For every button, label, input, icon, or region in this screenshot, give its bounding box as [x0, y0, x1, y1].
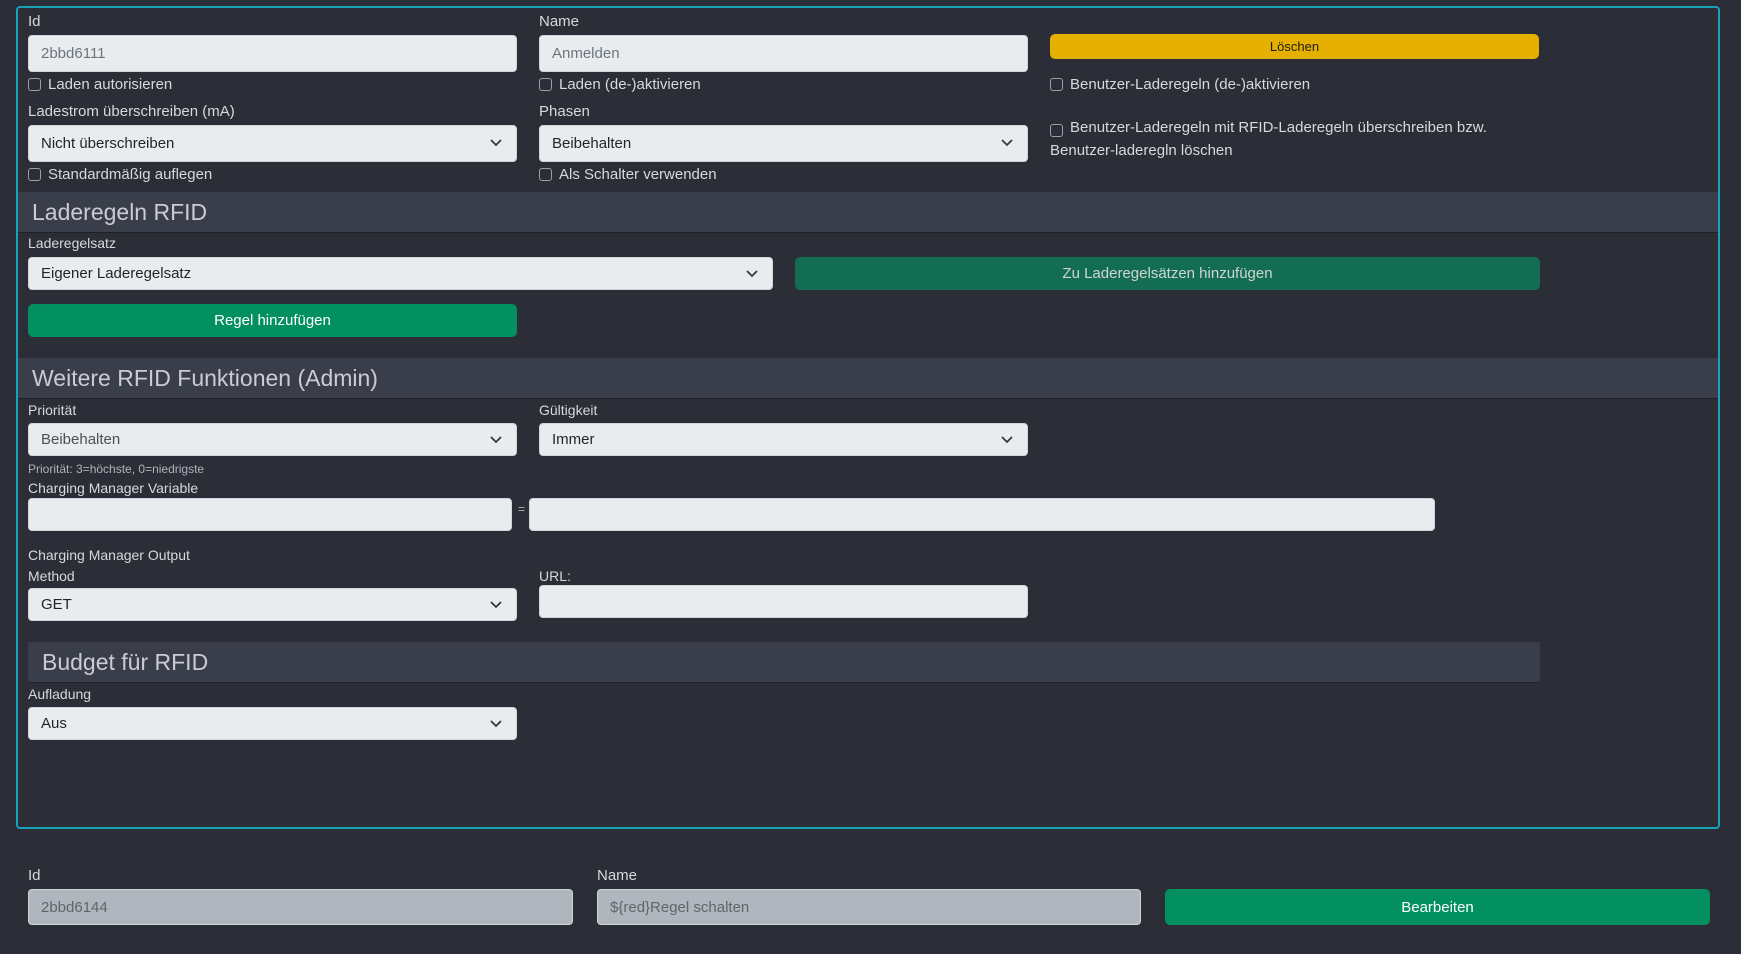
- ruleset-select-value: Eigener Laderegelsatz: [41, 265, 192, 282]
- name-label: Name: [539, 13, 580, 30]
- phasen-label: Phasen: [539, 103, 590, 120]
- checkbox-label: Laden autorisieren: [48, 76, 173, 93]
- chevron-down-icon: [490, 436, 502, 444]
- second-name-label: Name: [597, 867, 638, 884]
- name-input[interactable]: Anmelden: [539, 35, 1028, 72]
- prioritaet-select[interactable]: Beibehalten: [28, 423, 517, 456]
- prioritaet-select-value: Beibehalten: [41, 431, 121, 448]
- phasen-select[interactable]: Beibehalten: [539, 125, 1028, 162]
- prioritaet-hint: Priorität: 3=höchste, 0=niedrigste: [28, 462, 205, 476]
- checkbox-laden-deaktivieren[interactable]: Laden (de-)aktivieren: [539, 76, 701, 93]
- method-select[interactable]: GET: [28, 588, 517, 621]
- checkbox-box[interactable]: [28, 168, 41, 181]
- cm-variable-value-input[interactable]: [529, 498, 1435, 531]
- checkbox-label: Als Schalter verwenden: [559, 166, 717, 183]
- checkbox-laden-autorisieren[interactable]: Laden autorisieren: [28, 76, 172, 93]
- checkbox-label: Benutzer-Laderegeln (de-)aktivieren: [1070, 76, 1311, 93]
- id-label: Id: [28, 13, 41, 30]
- chevron-down-icon: [746, 270, 758, 278]
- checkbox-label: Laden (de-)aktivieren: [559, 76, 701, 93]
- edit-button[interactable]: Bearbeiten: [1165, 889, 1710, 925]
- second-name-input: ${red}Regel schalten: [597, 889, 1141, 925]
- method-label: Method: [28, 568, 75, 584]
- prioritaet-label: Priorität: [28, 402, 77, 418]
- laderegeln-section-title: Laderegeln RFID: [18, 192, 1718, 233]
- second-id-label: Id: [28, 867, 41, 884]
- ruleset-label: Laderegelsatz: [28, 235, 116, 251]
- checkbox-box[interactable]: [28, 78, 41, 91]
- ruleset-select[interactable]: Eigener Laderegelsatz: [28, 257, 773, 290]
- checkbox-box[interactable]: [539, 168, 552, 181]
- chevron-down-icon: [490, 139, 502, 147]
- url-input[interactable]: [539, 585, 1028, 618]
- gueltigkeit-select-value: Immer: [552, 431, 595, 448]
- checkbox-benutzer-laderegeln[interactable]: Benutzer-Laderegeln (de-)aktivieren: [1050, 76, 1310, 93]
- ladestrom-select-value: Nicht überschreiben: [41, 135, 175, 152]
- checkbox-als-schalter[interactable]: Als Schalter verwenden: [539, 166, 717, 183]
- aufladung-select-value: Aus: [41, 715, 67, 732]
- chevron-down-icon: [490, 720, 502, 728]
- method-select-value: GET: [41, 596, 72, 613]
- url-label: URL:: [539, 568, 571, 584]
- checkbox-box[interactable]: [1050, 78, 1063, 91]
- add-rule-button[interactable]: Regel hinzufügen: [28, 304, 517, 337]
- checkbox-overwrite-label: Benutzer-Laderegeln mit RFID-Laderegeln …: [1050, 119, 1487, 159]
- chevron-down-icon: [490, 601, 502, 609]
- chevron-down-icon: [1001, 139, 1013, 147]
- second-id-input: 2bbd6144: [28, 889, 573, 925]
- delete-button[interactable]: Löschen: [1050, 34, 1539, 59]
- cm-output-label: Charging Manager Output: [28, 547, 190, 563]
- budget-section-title: Budget für RFID: [28, 642, 1540, 683]
- rfid-card: Id 2bbd6111 Name Anmelden Löschen Laden …: [16, 6, 1720, 829]
- chevron-down-icon: [1001, 436, 1013, 444]
- cm-variable-label: Charging Manager Variable: [28, 480, 199, 496]
- phasen-select-value: Beibehalten: [552, 135, 632, 152]
- weitere-section-title: Weitere RFID Funktionen (Admin): [18, 358, 1718, 399]
- equals-sign: =: [518, 502, 526, 516]
- cm-variable-name-input[interactable]: [28, 498, 512, 531]
- id-input[interactable]: 2bbd6111: [28, 35, 517, 72]
- ladestrom-select[interactable]: Nicht überschreiben: [28, 125, 517, 162]
- add-to-rulesets-button[interactable]: Zu Laderegelsätzen hinzufügen: [795, 257, 1540, 290]
- checkbox-standard-auflegen[interactable]: Standardmäßig auflegen: [28, 166, 212, 183]
- checkbox-box[interactable]: [539, 78, 552, 91]
- aufladung-label: Aufladung: [28, 686, 92, 702]
- gueltigkeit-select[interactable]: Immer: [539, 423, 1028, 456]
- ladestrom-label: Ladestrom überschreiben (mA): [28, 103, 235, 120]
- checkbox-label: Standardmäßig auflegen: [48, 166, 213, 183]
- aufladung-select[interactable]: Aus: [28, 707, 517, 740]
- gueltigkeit-label: Gültigkeit: [539, 402, 598, 418]
